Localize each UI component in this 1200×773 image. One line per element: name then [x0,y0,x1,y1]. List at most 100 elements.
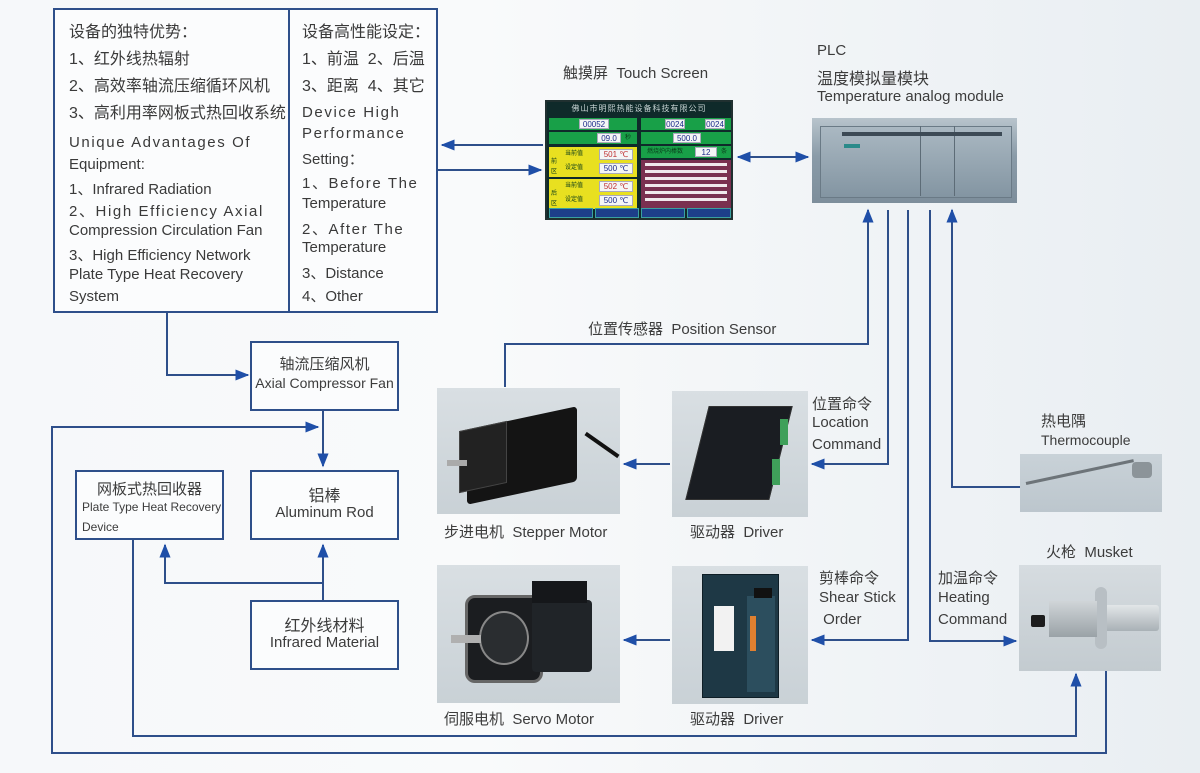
aluminum-rod-cn: 铝棒 [308,488,341,505]
stepper-motor-face [459,420,507,494]
ts-bar [645,191,727,194]
aluminum-rod-en: Aluminum Rod [275,504,374,521]
ts-bar [645,163,727,166]
ts-front-set: 500 ℃ [599,163,633,174]
ts-button-3[interactable] [641,208,685,218]
stepper-motor-label: 步进电机 Stepper Motor [444,524,608,541]
servo-motor-face [479,611,529,665]
settings-en-2: 2、After The [302,221,405,238]
heating-command-en-1: Heating [938,589,990,606]
settings-cn-2: 3、距离 4、其它 [302,78,425,95]
thermocouple-head [1132,462,1152,478]
ts-front-current: 501 ℃ [599,149,633,160]
ts-furnace-unit: 条 [721,149,728,155]
ts-button-4[interactable] [687,208,731,218]
thermocouple-probe [1025,459,1134,485]
ts-front-current-label: 当前值 [565,151,584,157]
settings-cn-1: 1、前温 2、后温 [302,51,425,68]
heat-recovery-cn: 网板式热回收器 [96,481,202,498]
plc-label-3: Temperature analog module [817,88,1004,105]
servo-driver-label: 驱动器 Driver [690,711,784,728]
shear-command-cn: 剪棒命令 [819,570,880,587]
musket-tube [1104,605,1159,631]
stepper-driver-terminal [772,459,780,485]
plc-label-1: PLC [817,42,847,59]
advantages-panel: 设备的独特优势： 1、红外线热辐射 2、高效率轴流压缩循环风机 3、高利用率网板… [53,8,290,313]
stepper-motor-cable [584,431,620,459]
plc-label-2: 温度模拟量模块 [817,71,930,88]
shear-command-en-2: Order [819,611,862,628]
advantage-cn-1: 1、红外线热辐射 [69,51,190,68]
ts-rear-set-label: 设定值 [565,197,584,203]
musket-body [1049,601,1097,637]
servo-motor-label: 伺服电机 Servo Motor [444,711,595,728]
ts-button-2[interactable] [595,208,639,218]
ts-front-set-label: 设定值 [565,165,584,171]
axial-fan-box: 轴流压缩风机 Axial Compressor Fan [250,341,399,411]
advantage-en-3c: System [69,288,120,305]
servo-driver-terminal [750,616,756,651]
ts-right-counter: 0024 [705,119,725,129]
thermocouple-image [1020,454,1162,512]
settings-en-2b: Temperature [302,239,387,256]
ts-left-counter: 0024 [665,119,685,129]
servo-driver-image [672,566,808,704]
ts-button-1[interactable] [549,208,593,218]
axial-fan-cn: 轴流压缩风机 [279,356,370,373]
infrared-material-en: Infrared Material [269,634,380,651]
advantage-en-2: 2、High Efficiency Axial [69,203,264,220]
advantage-cn-2: 2、高效率轴流压缩循环风机 [69,78,270,95]
wire-panel-to-fan [166,312,250,381]
settings-en-1b: Temperature [302,195,387,212]
axial-fan-en: Axial Compressor Fan [255,375,394,391]
wire-ir-to-recovery [159,543,323,584]
settings-title-cn: 设备高性能设定： [302,24,431,41]
location-command-cn: 位置命令 [812,396,873,413]
heat-recovery-en-1: Plate Type Heat Recovery [82,500,222,514]
musket-image [1019,565,1161,671]
plc-divider [920,126,921,196]
wire-sensor-to-plc [504,208,874,387]
servo-motor-body [532,600,592,672]
thermocouple-en: Thermocouple [1041,432,1131,448]
ts-time-value: 09.0 [597,133,621,143]
ts-furnace-label: 燃烧炉内棒数 [647,149,684,155]
advantage-en-1: 1、Infrared Radiation [69,181,212,198]
location-command-en-2: Command [812,436,882,453]
ts-furnace-value: 12 [695,147,717,157]
advantage-en-3b: Plate Type Heat Recovery [69,266,243,283]
heating-command-en-2: Command [938,611,1008,628]
stepper-driver-terminal [780,419,788,445]
ts-bar [645,198,727,201]
ts-row-time [549,132,637,144]
plc-brand-tag [844,144,860,148]
settings-en-3: 3、Distance [302,265,384,282]
heat-recovery-en-2: Device [82,520,119,534]
ts-bar [645,177,727,180]
position-sensor-label: 位置传感器 Position Sensor [588,321,777,338]
servo-driver-display [754,588,772,598]
ts-length-value: 500.0 [673,133,701,143]
touch-screen-header: 佛山市明熙热能设备科技有限公司 [571,104,707,113]
musket-valve [1031,615,1045,627]
plc-module-body [820,126,1012,198]
ts-bars-panel [641,160,731,209]
aluminum-rod-box: 铝棒 Aluminum Rod [250,470,399,540]
settings-en-4: 4、Other [302,288,363,305]
ts-rear-zone-label: 后区 [551,191,558,207]
plc-module-image [812,118,1017,203]
ts-rear-current: 502 ℃ [599,181,633,192]
ts-front-zone-label: 前区 [551,159,558,175]
stepper-motor-shaft [447,460,467,466]
stepper-driver-label: 驱动器 Driver [690,524,784,541]
plc-divider [954,126,955,196]
servo-motor-image [437,565,620,703]
heat-recovery-box: 网板式热回收器 Plate Type Heat Recovery Device [75,470,224,540]
servo-driver-label-plate [714,606,734,651]
ts-bar [645,170,727,173]
heating-command-cn: 加温命令 [938,570,999,587]
ts-time-unit: 秒 [625,135,632,141]
touch-screen: 佛山市明熙热能设备科技有限公司 00052 09.0 秒 0024 0024 5… [545,100,733,220]
servo-motor-shaft [451,635,481,643]
ts-bar [645,184,727,187]
